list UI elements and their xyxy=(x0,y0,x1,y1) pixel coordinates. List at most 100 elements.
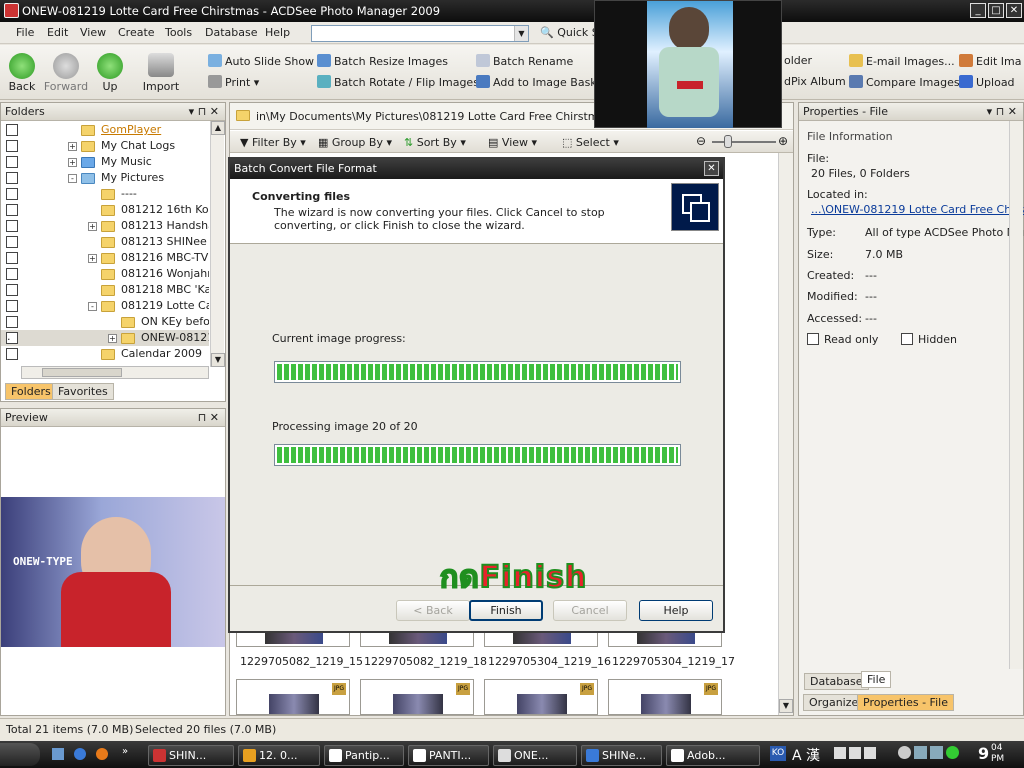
tree-row[interactable]: Calendar 2009 xyxy=(1,346,209,362)
thumbnail[interactable]: JPG xyxy=(360,679,474,715)
thumbnail[interactable]: JPG xyxy=(236,679,350,715)
menu-create[interactable]: Create xyxy=(118,26,155,39)
forward-arrow-icon[interactable] xyxy=(53,53,79,79)
tree-checkbox[interactable] xyxy=(6,236,18,248)
collapse-icon[interactable]: - xyxy=(68,174,77,183)
start-button[interactable] xyxy=(0,743,40,766)
back-button[interactable]: < Back xyxy=(396,600,470,621)
taskbar-button[interactable]: Adob... xyxy=(666,745,760,766)
filter-by-button[interactable]: ▼ Filter By ▾ xyxy=(240,136,306,149)
tree-checkbox[interactable] xyxy=(6,284,18,296)
group-by-button[interactable]: ▦ Group By ▾ xyxy=(318,136,392,149)
tree-row[interactable]: ON KEy befor xyxy=(1,314,209,330)
batch-rename-button[interactable]: Batch Rename xyxy=(476,54,573,68)
menu-tools[interactable]: Tools xyxy=(165,26,192,39)
taskbar-button[interactable]: PANTI... xyxy=(408,745,489,766)
taskbar-button[interactable]: Pantip... xyxy=(324,745,404,766)
quick-search-button[interactable]: 🔍 Quick S xyxy=(540,26,599,39)
expand-icon[interactable]: + xyxy=(88,222,97,231)
dialog-close-button[interactable]: ✕ xyxy=(704,161,719,176)
tree-checkbox[interactable] xyxy=(6,220,18,232)
expand-icon[interactable]: + xyxy=(108,334,117,343)
properties-scrollbar[interactable] xyxy=(1009,121,1023,669)
tree-checkbox[interactable] xyxy=(6,140,18,152)
tree-checkbox[interactable] xyxy=(6,316,18,328)
tree-checkbox[interactable] xyxy=(6,204,18,216)
zoom-in-icon[interactable]: ⊕ xyxy=(778,134,788,148)
up-arrow-icon[interactable] xyxy=(97,53,123,79)
menu-database[interactable]: Database xyxy=(205,26,258,39)
address-combo[interactable]: ▼ xyxy=(311,25,529,42)
zoom-slider[interactable] xyxy=(712,141,776,143)
close-button[interactable]: ✕ xyxy=(1006,3,1022,18)
tree-checkbox[interactable] xyxy=(6,188,18,200)
tree-row[interactable]: - My Pictures xyxy=(1,170,209,186)
tree-checkbox[interactable] xyxy=(6,252,18,264)
language-indicator[interactable]: KO xyxy=(770,746,786,761)
ime-indicator[interactable]: A 漢 xyxy=(792,745,820,765)
chevron-down-icon[interactable]: ▼ xyxy=(514,26,528,41)
folder-partial-button[interactable]: older xyxy=(784,54,812,67)
tree-row[interactable]: +081213 Handshake xyxy=(1,218,209,234)
taskbar-button[interactable]: SHINe... xyxy=(581,745,662,766)
system-tray-icons[interactable] xyxy=(898,746,970,762)
quicklaunch-more-icon[interactable]: » xyxy=(122,746,128,757)
maximize-button[interactable]: □ xyxy=(988,3,1004,18)
pane-controls-icon[interactable]: ⊓ ✕ xyxy=(198,411,219,424)
batch-resize-button[interactable]: Batch Resize Images xyxy=(317,54,448,68)
thumbnail[interactable]: JPG xyxy=(608,679,722,715)
minimize-button[interactable]: _ xyxy=(970,3,986,18)
edit-image-button[interactable]: Edit Ima xyxy=(959,54,1022,68)
scroll-down-icon[interactable]: ▼ xyxy=(779,699,793,713)
collapse-icon[interactable]: - xyxy=(88,302,97,311)
scroll-down-icon[interactable]: ▼ xyxy=(211,353,225,367)
finish-button[interactable]: Finish xyxy=(469,600,543,621)
print-button[interactable]: Print ▾ xyxy=(208,75,259,89)
zoom-slider-thumb[interactable] xyxy=(724,135,732,148)
tab-folders[interactable]: Folders xyxy=(5,383,57,400)
expand-icon[interactable]: + xyxy=(68,158,77,167)
fotoslate-partial-button[interactable]: dPix Album xyxy=(784,75,846,88)
import-icon[interactable] xyxy=(148,53,174,77)
taskbar-button[interactable]: 12. 0... xyxy=(238,745,320,766)
tree-row[interactable]: 081212 16th Kore xyxy=(1,202,209,218)
tree-row[interactable]: 081218 MBC 'Kang xyxy=(1,282,209,298)
zoom-out-icon[interactable]: ⊖ xyxy=(696,134,706,148)
internet-explorer-icon[interactable] xyxy=(74,748,86,760)
expand-icon[interactable]: + xyxy=(68,142,77,151)
tab-properties[interactable]: Properties - File xyxy=(857,694,954,711)
add-to-basket-button[interactable]: Add to Image Basket xyxy=(476,75,607,89)
thumbnail[interactable]: JPG xyxy=(484,679,598,715)
select-button[interactable]: ⬚ Select ▾ xyxy=(562,136,619,149)
read-only-checkbox[interactable]: Read only xyxy=(807,333,878,346)
tree-row[interactable]: GomPlayer xyxy=(1,122,209,138)
tab-organize[interactable]: Organize xyxy=(803,694,865,711)
located-link[interactable]: ...\ONEW-081219 Lotte Card Free Chirstma… xyxy=(811,203,1024,216)
pane-controls-icon[interactable]: ▾ ⊓ ✕ xyxy=(189,105,219,118)
tree-row[interactable]: · + ONEW-081219 xyxy=(1,330,209,346)
hscroll-thumb[interactable] xyxy=(42,368,122,377)
tree-checkbox[interactable] xyxy=(6,348,18,360)
back-arrow-icon[interactable] xyxy=(9,53,35,79)
tab-database[interactable]: Database xyxy=(804,673,869,690)
show-desktop-icon[interactable] xyxy=(52,748,64,760)
tree-row[interactable]: 081216 Wonjahryo xyxy=(1,266,209,282)
auto-slide-show-button[interactable]: Auto Slide Show xyxy=(208,54,314,68)
compare-images-button[interactable]: Compare Images xyxy=(849,75,960,89)
menu-edit[interactable]: Edit xyxy=(47,26,68,39)
expand-icon[interactable]: + xyxy=(88,254,97,263)
tree-scrollbar[interactable]: ▲ ▼ xyxy=(210,121,225,367)
tree-row[interactable]: - 081219 Lotte Card xyxy=(1,298,209,314)
hidden-checkbox[interactable]: Hidden xyxy=(901,333,957,346)
view-button[interactable]: ▤ View ▾ xyxy=(488,136,537,149)
firefox-icon[interactable] xyxy=(96,748,108,760)
upload-button[interactable]: Upload xyxy=(959,75,1015,89)
tab-favorites[interactable]: Favorites xyxy=(52,383,114,400)
tree-row[interactable]: +081216 MBC-TV Lo xyxy=(1,250,209,266)
file-list-scrollbar[interactable]: ▼ xyxy=(778,153,793,715)
tree-row[interactable]: ---- xyxy=(1,186,209,202)
taskbar-button[interactable]: SHIN... xyxy=(148,745,234,766)
tree-checkbox[interactable] xyxy=(6,268,18,280)
taskbar-button[interactable]: ONE... xyxy=(493,745,577,766)
tree-row[interactable]: 081213 SHINee - M xyxy=(1,234,209,250)
